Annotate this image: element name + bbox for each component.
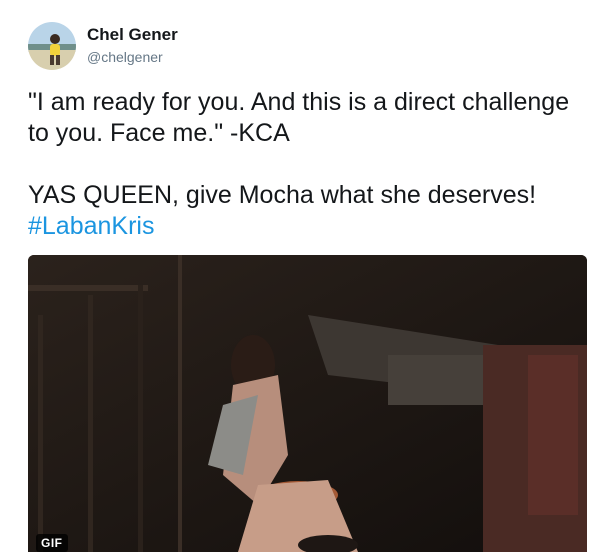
gif-badge: GIF (36, 534, 68, 552)
tweet-comment-text: YAS QUEEN, give Mocha what she deserves! (28, 181, 537, 209)
tweet-card: Chel Gener @chelgener "I am ready for yo… (0, 0, 605, 552)
hashtag-link[interactable]: #LabanKris (28, 212, 154, 240)
tweet-text: "I am ready for you. And this is a direc… (28, 87, 593, 242)
gif-media[interactable] (28, 255, 587, 552)
tweet-quote-text: "I am ready for you. And this is a direc… (28, 88, 570, 147)
avatar-photo (28, 22, 76, 70)
gif-frame-image (28, 255, 587, 552)
avatar[interactable] (28, 22, 76, 70)
author-handle[interactable]: @chelgener (87, 49, 163, 65)
author-name[interactable]: Chel Gener (87, 25, 178, 45)
